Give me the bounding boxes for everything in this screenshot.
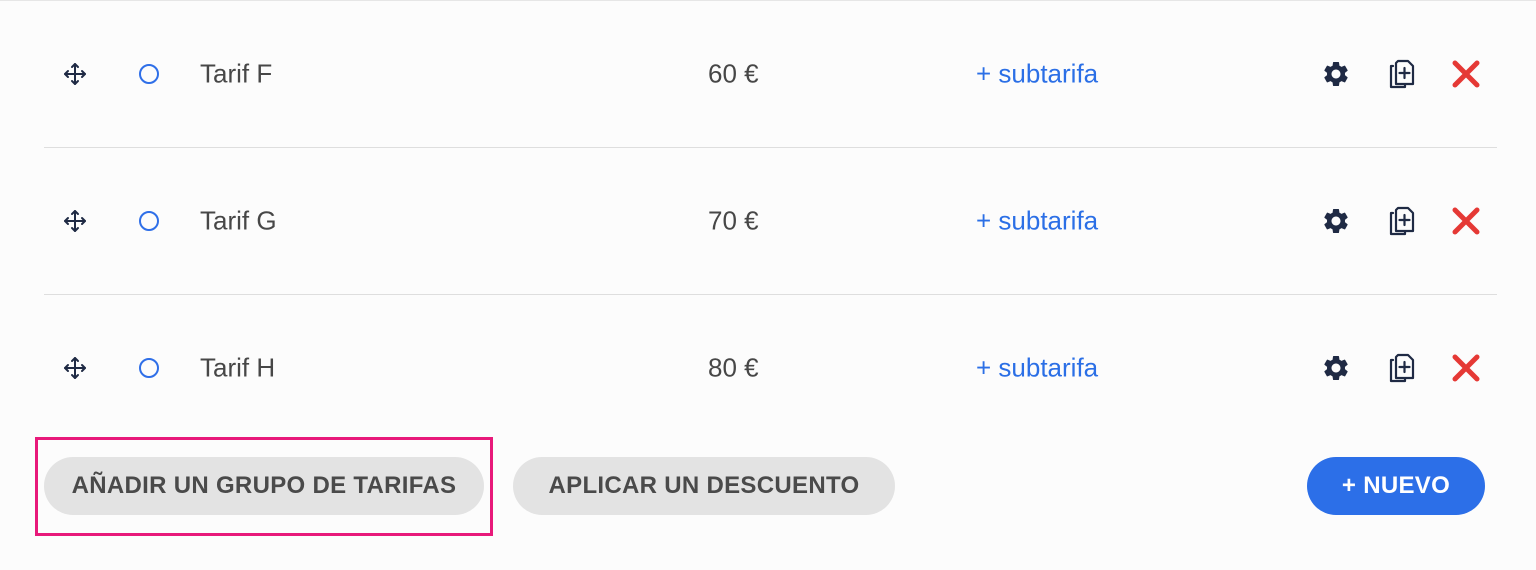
radio-icon[interactable] <box>139 358 159 378</box>
table-row: Tarif F 60 € + subtarifa <box>44 1 1497 148</box>
apply-discount-button[interactable]: APLICAR UN DESCUENTO <box>513 457 895 515</box>
table-row: Tarif G 70 € + subtarifa <box>44 148 1497 295</box>
table-row: Tarif H 80 € + subtarifa <box>44 295 1497 441</box>
gear-icon[interactable] <box>1319 57 1353 91</box>
add-tariff-group-button[interactable]: AÑADIR UN GRUPO DE TARIFAS <box>44 457 484 515</box>
radio-icon[interactable] <box>139 211 159 231</box>
tariff-name: Tarif H <box>200 352 276 383</box>
tariff-name: Tarif G <box>200 205 277 236</box>
gear-icon[interactable] <box>1319 204 1353 238</box>
tariff-list-page: Tarif F 60 € + subtarifa Tarif G 70 € + … <box>0 0 1536 570</box>
tariff-name: Tarif F <box>200 58 273 89</box>
tariff-price: 80 € <box>708 352 759 383</box>
move-icon[interactable] <box>62 208 88 234</box>
tariff-rows: Tarif F 60 € + subtarifa Tarif G 70 € + … <box>44 1 1497 441</box>
add-subtarifa-link[interactable]: + subtarifa <box>976 59 1098 90</box>
tariff-price: 70 € <box>708 205 759 236</box>
add-subtarifa-link[interactable]: + subtarifa <box>976 206 1098 237</box>
add-subtarifa-link[interactable]: + subtarifa <box>976 353 1098 384</box>
move-icon[interactable] <box>62 61 88 87</box>
tariff-price: 60 € <box>708 58 759 89</box>
move-icon[interactable] <box>62 355 88 381</box>
gear-icon[interactable] <box>1319 351 1353 385</box>
radio-icon[interactable] <box>139 64 159 84</box>
duplicate-icon[interactable] <box>1384 351 1418 385</box>
close-icon[interactable] <box>1449 351 1483 385</box>
new-tariff-button[interactable]: + NUEVO <box>1307 457 1485 515</box>
close-icon[interactable] <box>1449 204 1483 238</box>
duplicate-icon[interactable] <box>1384 204 1418 238</box>
duplicate-icon[interactable] <box>1384 57 1418 91</box>
close-icon[interactable] <box>1449 57 1483 91</box>
